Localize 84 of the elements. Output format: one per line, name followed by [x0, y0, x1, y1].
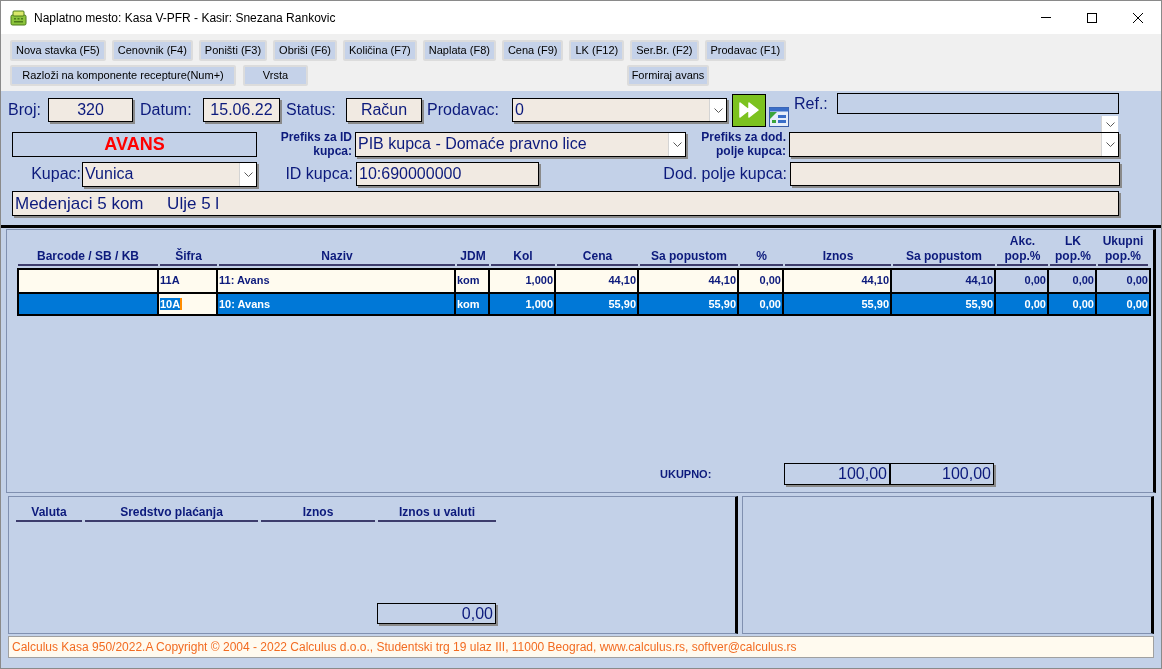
- column-header: Akc. pop.%: [997, 234, 1048, 266]
- field-label: Prodavac:: [427, 100, 501, 120]
- payment-total-field: 0,00: [377, 603, 496, 624]
- table-cell: 11: Avans: [218, 270, 456, 292]
- table-cell: 0,00: [1097, 270, 1149, 292]
- form-icon[interactable]: [769, 107, 789, 127]
- column-header: JDM: [457, 249, 489, 266]
- toolbar-button[interactable]: Cena (F9): [501, 40, 564, 61]
- field-label: Prefiks za ID kupca:: [279, 130, 352, 158]
- column-header: Valuta: [16, 505, 82, 522]
- dropdown-button[interactable]: [239, 162, 256, 186]
- maximize-icon: [1087, 12, 1097, 23]
- table-cell: 10A: [159, 294, 218, 314]
- fast-forward-icon: [739, 102, 759, 118]
- fast-forward-button[interactable]: [732, 93, 766, 127]
- field-label: Broj:: [8, 100, 42, 120]
- toolbar-button[interactable]: Ser.Br. (F2): [630, 40, 699, 61]
- column-header: Iznos u valuti: [378, 505, 496, 522]
- cash-register-icon: [10, 9, 27, 26]
- toolbar-button[interactable]: Naplata (F8): [422, 40, 496, 61]
- chevron-down-icon: [1105, 122, 1115, 127]
- toolbar-button[interactable]: LK (F12): [569, 40, 625, 61]
- seller-dropdown[interactable]: 0: [512, 98, 727, 122]
- column-header: Sa popustom: [640, 249, 738, 266]
- field-label: ID kupca:: [284, 164, 353, 184]
- table-row[interactable]: 10A 10: Avans kom 1,000 55,90 55,90 0,00 55,90 55,90 0,00 0,00 0,00: [19, 292, 1149, 314]
- chevron-down-icon: [713, 107, 723, 113]
- note-field[interactable]: Medenjaci 5 kom Ulje 5 l: [12, 190, 1119, 216]
- table-cell: 0,00: [1049, 270, 1097, 292]
- column-header: LK pop.%: [1050, 234, 1096, 266]
- table-cell: 11A: [159, 270, 218, 292]
- chevron-down-icon: [672, 141, 682, 147]
- toolbar-button[interactable]: Vrsta: [243, 65, 308, 86]
- total-label: UKUPNO:: [660, 466, 713, 482]
- extra-field-input[interactable]: [790, 162, 1120, 186]
- number-field[interactable]: 320: [48, 98, 133, 122]
- table-cell: kom: [456, 270, 490, 292]
- field-label: Status:: [286, 100, 337, 120]
- table-cell: 10: Avans: [218, 294, 456, 314]
- field-label: Datum:: [140, 100, 193, 120]
- column-header: Iznos: [785, 249, 891, 266]
- column-header: Ukupni pop.%: [1098, 234, 1148, 266]
- id-prefix-dropdown[interactable]: PIB kupca - Domaće pravno lice: [355, 131, 686, 157]
- column-header: Šifra: [160, 249, 217, 266]
- toolbar-button[interactable]: Formiraj avans: [627, 65, 709, 86]
- document-type-banner: AVANS: [12, 131, 257, 157]
- chevron-down-icon: [1105, 141, 1115, 147]
- total-amount-field: 100,00: [784, 463, 890, 485]
- toolbar-button[interactable]: Obriši (F6): [273, 40, 338, 61]
- toolbar-button[interactable]: Razloži na komponente recepture(Num+): [10, 65, 236, 86]
- total-amount-field: 100,00: [890, 463, 994, 485]
- field-label: Dod. polje kupca:: [662, 164, 787, 184]
- column-header: %: [740, 249, 783, 266]
- close-icon: [1133, 12, 1143, 23]
- column-header: Barcode / SB / KB: [18, 249, 158, 266]
- table-cell: kom: [456, 294, 490, 314]
- column-header: Iznos: [261, 505, 375, 522]
- toolbar-button[interactable]: Količina (F7): [343, 40, 417, 61]
- chevron-down-icon: [243, 171, 253, 177]
- column-header: Naziv: [219, 249, 455, 266]
- field-label: Prefiks za dod. polje kupca:: [700, 130, 786, 158]
- column-header: Cena: [557, 249, 638, 266]
- window-title: Naplatno mesto: Kasa V-PFR - Kasir: Snezana Rankovic: [34, 9, 336, 27]
- field-label: Ref.:: [794, 94, 829, 114]
- toolbar-button[interactable]: Poništi (F3): [198, 40, 268, 61]
- table-cell: 0,00: [996, 270, 1049, 292]
- column-header: Kol: [491, 249, 555, 266]
- dropdown-button[interactable]: [1101, 132, 1118, 156]
- toolbar-button[interactable]: Cenovnik (F4): [111, 40, 193, 61]
- minimize-icon: [1041, 17, 1051, 18]
- status-field[interactable]: Račun: [346, 98, 422, 122]
- toolbar-button[interactable]: Prodavac (F1): [704, 40, 787, 61]
- date-field[interactable]: 15.06.22: [203, 98, 280, 122]
- extra-prefix-dropdown[interactable]: [789, 131, 1119, 157]
- column-header: Sa popustom: [893, 249, 995, 266]
- status-bar: Calculus Kasa 950/2022.A Copyright © 2004 - 2022 Calculus d.o.o., Studentski trg 19 ulaz III, 11000 Beograd, www.calculus.rs, softver@calculus.rs: [8, 636, 1154, 658]
- field-label: Kupac:: [30, 164, 81, 184]
- toolbar-button[interactable]: Nova stavka (F5): [10, 40, 106, 61]
- dropdown-button[interactable]: [668, 132, 685, 156]
- table-cell: 44,10: [892, 270, 996, 292]
- reference-field[interactable]: [837, 93, 1119, 114]
- customer-dropdown[interactable]: Vunica: [82, 161, 257, 187]
- customer-id-field[interactable]: 10:690000000: [356, 162, 539, 186]
- column-header: Sredstvo plaćanja: [85, 505, 258, 522]
